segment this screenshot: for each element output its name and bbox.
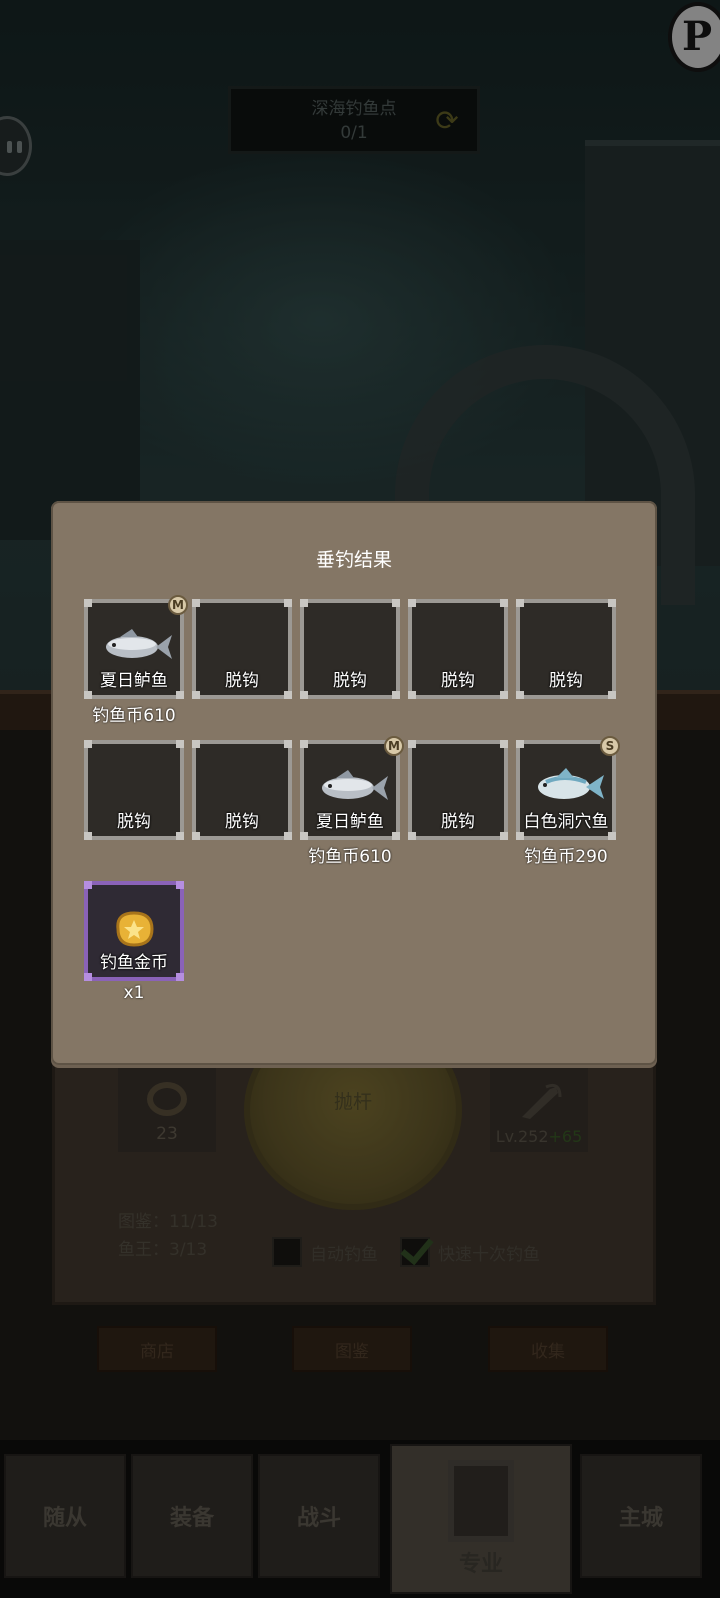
result-slot[interactable]: M 夏日鲈鱼: [300, 736, 404, 840]
result-slot[interactable]: S 白色洞穴鱼: [516, 736, 620, 840]
slot-label: 脱钩: [333, 671, 367, 691]
rarity-badge: M: [384, 736, 404, 756]
gold-coin-icon: [116, 911, 154, 947]
slot-label: 脱钩: [225, 671, 259, 691]
slot-label: 钓鱼金币: [100, 953, 168, 973]
rarity-badge: S: [600, 736, 620, 756]
result-slot[interactable]: M 夏日鲈鱼: [84, 595, 188, 699]
slot-label: 脱钩: [549, 671, 583, 691]
result-slot[interactable]: 钓鱼金币: [84, 881, 184, 981]
result-slot[interactable]: 脱钩: [84, 740, 184, 840]
slot-label: 夏日鲈鱼: [316, 812, 384, 832]
slot-reward: 钓鱼币610: [308, 847, 392, 867]
slot-label: 脱钩: [441, 812, 475, 832]
fish-icon: [322, 770, 388, 800]
slot-reward: 钓鱼币610: [92, 706, 176, 726]
rarity-badge: M: [168, 595, 188, 615]
slot-label: 夏日鲈鱼: [100, 671, 168, 691]
slot-label: 白色洞穴鱼: [523, 812, 609, 832]
fishing-result-dialog: 垂钓结果 M 夏日鲈鱼 钓鱼币610 脱钩 脱钩 脱钩 脱钩 脱钩 脱钩 M 夏…: [51, 501, 657, 1065]
slot-label: 脱钩: [117, 812, 151, 832]
dialog-title: 垂钓结果: [315, 549, 392, 571]
result-slot[interactable]: 脱钩: [408, 740, 508, 840]
cave-fish-icon: [538, 768, 604, 799]
result-slot[interactable]: 脱钩: [192, 599, 292, 699]
result-slot[interactable]: 脱钩: [300, 599, 400, 699]
result-slot[interactable]: 脱钩: [516, 599, 616, 699]
fish-icon: [106, 629, 172, 659]
slot-label: 脱钩: [441, 671, 475, 691]
slot-reward: x1: [123, 983, 145, 1003]
slot-label: 脱钩: [225, 812, 259, 832]
result-slot[interactable]: 脱钩: [192, 740, 292, 840]
slot-reward: 钓鱼币290: [524, 847, 608, 867]
result-slot[interactable]: 脱钩: [408, 599, 508, 699]
